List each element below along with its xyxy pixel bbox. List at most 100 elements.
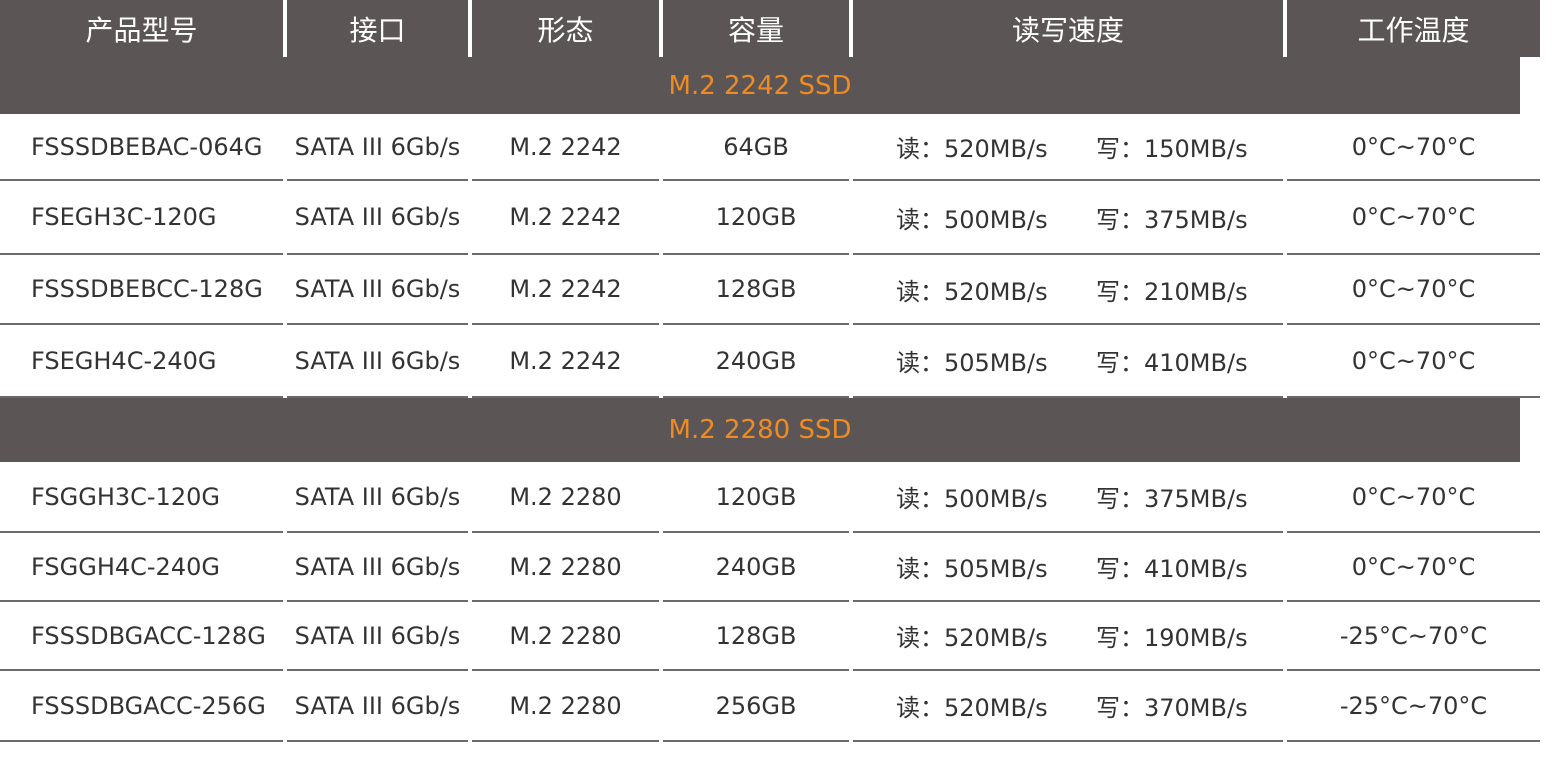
read-speed: 读：500MB/s bbox=[896, 479, 1048, 514]
cell-capacity: 128GB bbox=[663, 602, 849, 671]
cell-speed: 读：520MB/s 写：210MB/s bbox=[853, 255, 1283, 325]
cell-model: FSGGH3C-120G bbox=[0, 462, 283, 533]
cell-capacity: 128GB bbox=[663, 255, 849, 325]
write-value: 190MB/s bbox=[1144, 624, 1248, 652]
write-speed: 写：370MB/s bbox=[1096, 688, 1248, 723]
speed-values: 读：500MB/s 写：375MB/s bbox=[896, 181, 1283, 253]
write-speed: 写：410MB/s bbox=[1096, 549, 1248, 584]
table-row: FSEGH3C-120G SATA III 6Gb/s M.2 2242 120GB 读… bbox=[0, 181, 1540, 255]
table-header: 产品型号 接口 形态 容量 读写速度 工作温度 bbox=[0, 0, 1540, 57]
read-value: 520MB/s bbox=[944, 624, 1048, 652]
read-value: 520MB/s bbox=[944, 694, 1048, 722]
write-speed: 写：410MB/s bbox=[1096, 343, 1248, 378]
cell-model: FSSSDBEBAC-064G bbox=[0, 114, 283, 181]
speed-values: 读：505MB/s 写：410MB/s bbox=[896, 533, 1283, 600]
read-speed: 读：520MB/s bbox=[896, 688, 1048, 723]
read-prefix: 读： bbox=[896, 485, 944, 513]
read-speed: 读：505MB/s bbox=[896, 549, 1048, 584]
header-interface: 接口 bbox=[287, 0, 468, 57]
read-prefix: 读： bbox=[896, 555, 944, 583]
read-prefix: 读： bbox=[896, 694, 944, 722]
speed-values: 读：505MB/s 写：410MB/s bbox=[896, 325, 1283, 396]
read-speed: 读：520MB/s bbox=[896, 618, 1048, 653]
speed-values: 读：520MB/s 写：370MB/s bbox=[896, 671, 1283, 740]
header-form: 形态 bbox=[472, 0, 659, 57]
table-row: FSSSDBEBCC-128G SATA III 6Gb/s M.2 2242 128… bbox=[0, 255, 1540, 325]
cell-speed: 读：500MB/s 写：375MB/s bbox=[853, 462, 1283, 533]
write-value: 410MB/s bbox=[1144, 555, 1248, 583]
cell-interface: SATA III 6Gb/s bbox=[287, 671, 468, 742]
section-header: M.2 2242 SSD bbox=[0, 57, 1520, 114]
cell-interface: SATA III 6Gb/s bbox=[287, 602, 468, 671]
cell-speed: 读：520MB/s 写：190MB/s bbox=[853, 602, 1283, 671]
cell-model: FSEGH4C-240G bbox=[0, 325, 283, 398]
write-speed: 写：150MB/s bbox=[1096, 129, 1248, 164]
write-speed: 写：210MB/s bbox=[1096, 272, 1248, 307]
read-prefix: 读： bbox=[896, 349, 944, 377]
cell-temp: 0°C~70°C bbox=[1287, 255, 1540, 325]
section-header: M.2 2280 SSD bbox=[0, 398, 1520, 462]
cell-form: M.2 2242 bbox=[472, 325, 659, 398]
spec-table: 产品型号 接口 形态 容量 读写速度 工作温度 M.2 2242 SSD FSSS… bbox=[0, 0, 1540, 742]
table-row: FSEGH4C-240G SATA III 6Gb/s M.2 2242 240GB 读… bbox=[0, 325, 1540, 398]
cell-speed: 读：500MB/s 写：375MB/s bbox=[853, 181, 1283, 255]
cell-form: M.2 2280 bbox=[472, 462, 659, 533]
write-value: 370MB/s bbox=[1144, 694, 1248, 722]
cell-temp: 0°C~70°C bbox=[1287, 181, 1540, 255]
read-speed: 读：520MB/s bbox=[896, 272, 1048, 307]
read-prefix: 读： bbox=[896, 135, 944, 163]
speed-values: 读：520MB/s 写：190MB/s bbox=[896, 602, 1283, 669]
read-value: 500MB/s bbox=[944, 205, 1048, 234]
cell-capacity: 240GB bbox=[663, 325, 849, 398]
read-value: 520MB/s bbox=[944, 277, 1048, 306]
cell-form: M.2 2280 bbox=[472, 671, 659, 742]
table-row: FSSSDBGACC-128G SATA III 6Gb/s M.2 2280 128… bbox=[0, 602, 1540, 671]
cell-model: FSEGH3C-120G bbox=[0, 181, 283, 255]
write-prefix: 写： bbox=[1096, 555, 1144, 583]
cell-form: M.2 2242 bbox=[472, 181, 659, 255]
write-prefix: 写： bbox=[1096, 485, 1144, 513]
table-row: FSSSDBGACC-256G SATA III 6Gb/s M.2 2280 256… bbox=[0, 671, 1540, 742]
read-value: 505MB/s bbox=[944, 349, 1048, 377]
cell-temp: 0°C~70°C bbox=[1287, 114, 1540, 181]
write-value: 210MB/s bbox=[1144, 277, 1248, 306]
cell-temp: 0°C~70°C bbox=[1287, 533, 1540, 602]
write-speed: 写：375MB/s bbox=[1096, 479, 1248, 514]
cell-capacity: 64GB bbox=[663, 114, 849, 181]
write-prefix: 写： bbox=[1096, 694, 1144, 722]
read-speed: 读：505MB/s bbox=[896, 343, 1048, 378]
read-value: 500MB/s bbox=[944, 485, 1048, 513]
cell-interface: SATA III 6Gb/s bbox=[287, 255, 468, 325]
cell-temp: 0°C~70°C bbox=[1287, 462, 1540, 533]
cell-interface: SATA III 6Gb/s bbox=[287, 462, 468, 533]
cell-interface: SATA III 6Gb/s bbox=[287, 533, 468, 602]
write-speed: 写：190MB/s bbox=[1096, 618, 1248, 653]
write-value: 375MB/s bbox=[1144, 485, 1248, 513]
read-value: 505MB/s bbox=[944, 555, 1048, 583]
cell-model: FSGGH4C-240G bbox=[0, 533, 283, 602]
cell-speed: 读：520MB/s 写：370MB/s bbox=[853, 671, 1283, 742]
table-row: FSSSDBEBAC-064G SATA III 6Gb/s M.2 2242 64G… bbox=[0, 114, 1540, 181]
write-prefix: 写： bbox=[1096, 349, 1144, 377]
cell-temp: 0°C~70°C bbox=[1287, 325, 1540, 398]
header-speed: 读写速度 bbox=[853, 0, 1283, 57]
write-value: 150MB/s bbox=[1144, 135, 1248, 163]
cell-model: FSSSDBGACC-128G bbox=[0, 602, 283, 671]
cell-interface: SATA III 6Gb/s bbox=[287, 114, 468, 181]
header-capacity: 容量 bbox=[663, 0, 849, 57]
cell-form: M.2 2280 bbox=[472, 533, 659, 602]
cell-capacity: 120GB bbox=[663, 181, 849, 255]
header-temp: 工作温度 bbox=[1287, 0, 1540, 57]
speed-values: 读：500MB/s 写：375MB/s bbox=[896, 462, 1283, 531]
write-prefix: 写： bbox=[1096, 624, 1144, 652]
cell-model: FSSSDBGACC-256G bbox=[0, 671, 283, 742]
cell-capacity: 240GB bbox=[663, 533, 849, 602]
cell-speed: 读：505MB/s 写：410MB/s bbox=[853, 533, 1283, 602]
read-prefix: 读： bbox=[896, 277, 944, 306]
cell-form: M.2 2242 bbox=[472, 255, 659, 325]
cell-interface: SATA III 6Gb/s bbox=[287, 325, 468, 398]
read-value: 520MB/s bbox=[944, 135, 1048, 163]
cell-speed: 读：505MB/s 写：410MB/s bbox=[853, 325, 1283, 398]
cell-temp: -25°C~70°C bbox=[1287, 671, 1540, 742]
cell-temp: -25°C~70°C bbox=[1287, 602, 1540, 671]
